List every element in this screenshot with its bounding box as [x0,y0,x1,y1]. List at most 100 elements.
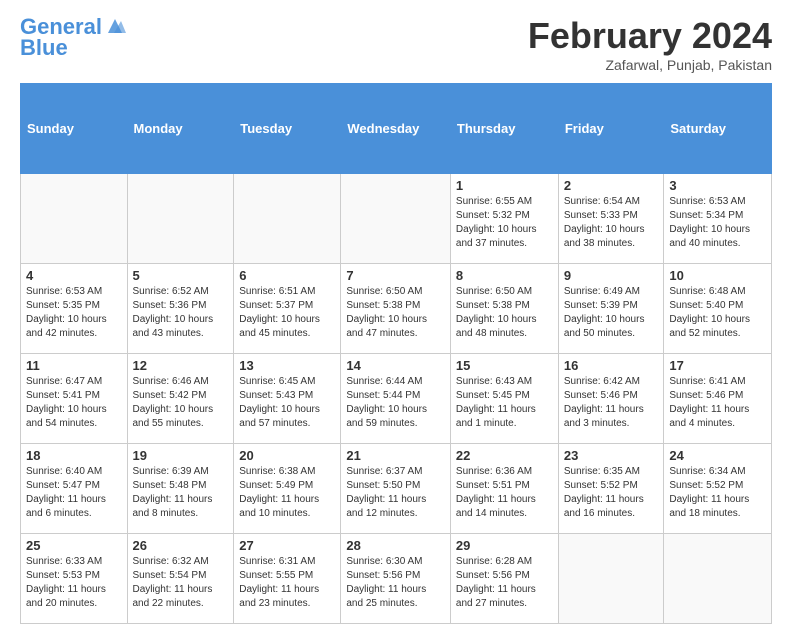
day-number: 2 [564,178,659,193]
day-info: Sunrise: 6:34 AM Sunset: 5:52 PM Dayligh… [669,465,766,521]
day-cell: 1 Sunrise: 6:55 AM Sunset: 5:32 PM Daylig… [450,174,558,264]
day-info: Sunrise: 6:38 AM Sunset: 5:49 PM Dayligh… [239,465,335,521]
day-cell: 6 Sunrise: 6:51 AM Sunset: 5:37 PM Daylig… [234,264,341,354]
day-number: 6 [239,268,335,283]
week-row-1: 4Sunrise: 6:53 AM Sunset: 5:35 PM Daylig… [21,264,772,354]
weekday-header-friday: Friday [558,84,664,174]
day-cell: 3 Sunrise: 6:53 AM Sunset: 5:34 PM Daylig… [664,174,772,264]
title-block: February 2024 Zafarwal, Punjab, Pakistan [528,15,772,73]
day-info: Sunrise: 6:50 AM Sunset: 5:38 PM Dayligh… [456,285,553,341]
day-cell [341,174,451,264]
day-number: 9 [564,268,659,283]
day-cell [21,174,128,264]
day-number: 8 [456,268,553,283]
day-cell: 5 Sunrise: 6:52 AM Sunset: 5:36 PM Daylig… [127,264,234,354]
day-number: 28 [346,538,445,553]
day-info: Sunrise: 6:37 AM Sunset: 5:50 PM Dayligh… [346,465,445,521]
day-number: 16 [564,358,659,373]
day-info: Sunrise: 6:35 AM Sunset: 5:52 PM Dayligh… [564,465,659,521]
weekday-header-thursday: Thursday [450,84,558,174]
week-row-0: 1 Sunrise: 6:55 AM Sunset: 5:32 PM Daylig… [21,174,772,264]
day-info: Sunrise: 6:53 AM Sunset: 5:34 PM Dayligh… [669,195,766,251]
day-info: Sunrise: 6:48 AM Sunset: 5:40 PM Dayligh… [669,285,766,341]
day-cell: 9 Sunrise: 6:49 AM Sunset: 5:39 PM Daylig… [558,264,664,354]
day-info: Sunrise: 6:39 AM Sunset: 5:48 PM Dayligh… [133,465,229,521]
day-info: Sunrise: 6:46 AM Sunset: 5:42 PM Dayligh… [133,375,229,431]
day-cell: 8 Sunrise: 6:50 AM Sunset: 5:38 PM Daylig… [450,264,558,354]
weekday-header-wednesday: Wednesday [341,84,451,174]
day-info: Sunrise: 6:42 AM Sunset: 5:46 PM Dayligh… [564,375,659,431]
day-info: Sunrise: 6:47 AM Sunset: 5:41 PM Dayligh… [26,375,122,431]
week-row-2: 11 Sunrise: 6:47 AM Sunset: 5:41 PM Dayli… [21,354,772,444]
day-number: 21 [346,448,445,463]
day-cell: 11 Sunrise: 6:47 AM Sunset: 5:41 PM Dayli… [21,354,128,444]
day-info: Sunrise: 6:28 AM Sunset: 5:56 PM Dayligh… [456,555,553,611]
day-info: Sunrise: 6:33 AM Sunset: 5:53 PM Dayligh… [26,555,122,611]
day-info: Sunrise: 6:51 AM Sunset: 5:37 PM Dayligh… [239,285,335,341]
logo: General Blue [20,15,126,61]
day-cell [127,174,234,264]
day-info: Sunrise: 6:41 AM Sunset: 5:46 PM Dayligh… [669,375,766,431]
day-number: 19 [133,448,229,463]
day-cell: 16 Sunrise: 6:42 AM Sunset: 5:46 PM Dayli… [558,354,664,444]
day-cell: 18Sunrise: 6:40 AM Sunset: 5:47 PM Dayli… [21,444,128,534]
day-cell: 2 Sunrise: 6:54 AM Sunset: 5:33 PM Daylig… [558,174,664,264]
day-info: Sunrise: 6:55 AM Sunset: 5:32 PM Dayligh… [456,195,553,251]
day-info: Sunrise: 6:43 AM Sunset: 5:45 PM Dayligh… [456,375,553,431]
day-cell: 28 Sunrise: 6:30 AM Sunset: 5:56 PM Dayli… [341,534,451,624]
day-cell: 20 Sunrise: 6:38 AM Sunset: 5:49 PM Dayli… [234,444,341,534]
weekday-header-monday: Monday [127,84,234,174]
day-cell: 15Sunrise: 6:43 AM Sunset: 5:45 PM Dayli… [450,354,558,444]
day-cell: 22 Sunrise: 6:36 AM Sunset: 5:51 PM Dayli… [450,444,558,534]
day-cell [558,534,664,624]
day-cell: 17 Sunrise: 6:41 AM Sunset: 5:46 PM Dayli… [664,354,772,444]
day-cell: 26Sunrise: 6:32 AM Sunset: 5:54 PM Dayli… [127,534,234,624]
day-info: Sunrise: 6:52 AM Sunset: 5:36 PM Dayligh… [133,285,229,341]
weekday-header-row: SundayMondayTuesdayWednesdayThursdayFrid… [21,84,772,174]
week-row-4: 25 Sunrise: 6:33 AM Sunset: 5:53 PM Dayli… [21,534,772,624]
calendar-table: SundayMondayTuesdayWednesdayThursdayFrid… [20,83,772,624]
day-number: 23 [564,448,659,463]
day-number: 29 [456,538,553,553]
day-number: 17 [669,358,766,373]
day-cell: 24 Sunrise: 6:34 AM Sunset: 5:52 PM Dayli… [664,444,772,534]
day-info: Sunrise: 6:31 AM Sunset: 5:55 PM Dayligh… [239,555,335,611]
day-cell: 12 Sunrise: 6:46 AM Sunset: 5:42 PM Dayli… [127,354,234,444]
week-row-3: 18Sunrise: 6:40 AM Sunset: 5:47 PM Dayli… [21,444,772,534]
day-number: 7 [346,268,445,283]
day-cell: 13Sunrise: 6:45 AM Sunset: 5:43 PM Dayli… [234,354,341,444]
day-info: Sunrise: 6:44 AM Sunset: 5:44 PM Dayligh… [346,375,445,431]
day-cell: 4Sunrise: 6:53 AM Sunset: 5:35 PM Daylig… [21,264,128,354]
day-number: 26 [133,538,229,553]
day-cell [664,534,772,624]
weekday-header-saturday: Saturday [664,84,772,174]
weekday-header-sunday: Sunday [21,84,128,174]
day-number: 24 [669,448,766,463]
day-number: 14 [346,358,445,373]
day-number: 11 [26,358,122,373]
day-number: 12 [133,358,229,373]
day-number: 18 [26,448,122,463]
page: General Blue February 2024 Zafarwal, Pun… [0,0,792,639]
logo-icon [104,15,126,37]
day-number: 20 [239,448,335,463]
header: General Blue February 2024 Zafarwal, Pun… [20,15,772,73]
day-info: Sunrise: 6:45 AM Sunset: 5:43 PM Dayligh… [239,375,335,431]
day-cell: 19 Sunrise: 6:39 AM Sunset: 5:48 PM Dayli… [127,444,234,534]
day-number: 4 [26,268,122,283]
day-info: Sunrise: 6:54 AM Sunset: 5:33 PM Dayligh… [564,195,659,251]
day-number: 27 [239,538,335,553]
day-info: Sunrise: 6:30 AM Sunset: 5:56 PM Dayligh… [346,555,445,611]
day-info: Sunrise: 6:50 AM Sunset: 5:38 PM Dayligh… [346,285,445,341]
day-info: Sunrise: 6:49 AM Sunset: 5:39 PM Dayligh… [564,285,659,341]
day-info: Sunrise: 6:36 AM Sunset: 5:51 PM Dayligh… [456,465,553,521]
day-number: 5 [133,268,229,283]
day-cell: 10Sunrise: 6:48 AM Sunset: 5:40 PM Dayli… [664,264,772,354]
day-number: 3 [669,178,766,193]
month-title: February 2024 [528,15,772,57]
day-number: 25 [26,538,122,553]
day-cell: 29 Sunrise: 6:28 AM Sunset: 5:56 PM Dayli… [450,534,558,624]
day-number: 1 [456,178,553,193]
day-cell: 27 Sunrise: 6:31 AM Sunset: 5:55 PM Dayli… [234,534,341,624]
day-number: 22 [456,448,553,463]
